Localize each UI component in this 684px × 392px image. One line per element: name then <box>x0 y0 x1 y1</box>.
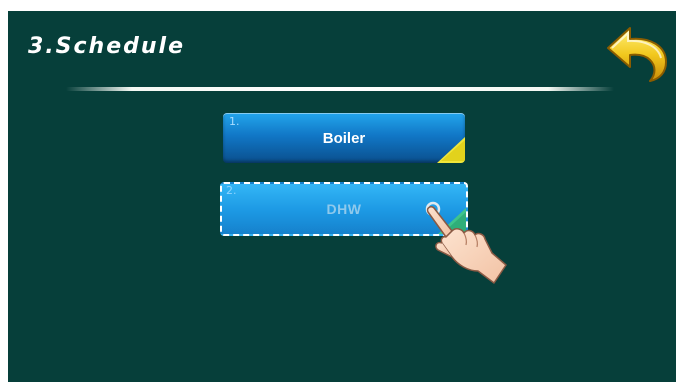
title-divider <box>66 87 614 91</box>
boiler-button[interactable]: 1. Boiler <box>223 113 465 163</box>
back-arrow-icon <box>607 27 667 82</box>
hand-pointer-icon <box>422 199 512 293</box>
screen: 3.Schedule 1. Boiler 2. DHW <box>8 11 676 382</box>
back-button[interactable] <box>604 24 672 82</box>
page-title: 3.Schedule <box>28 34 186 59</box>
corner-indicator-icon <box>437 137 465 163</box>
boiler-label: Boiler <box>322 129 366 147</box>
